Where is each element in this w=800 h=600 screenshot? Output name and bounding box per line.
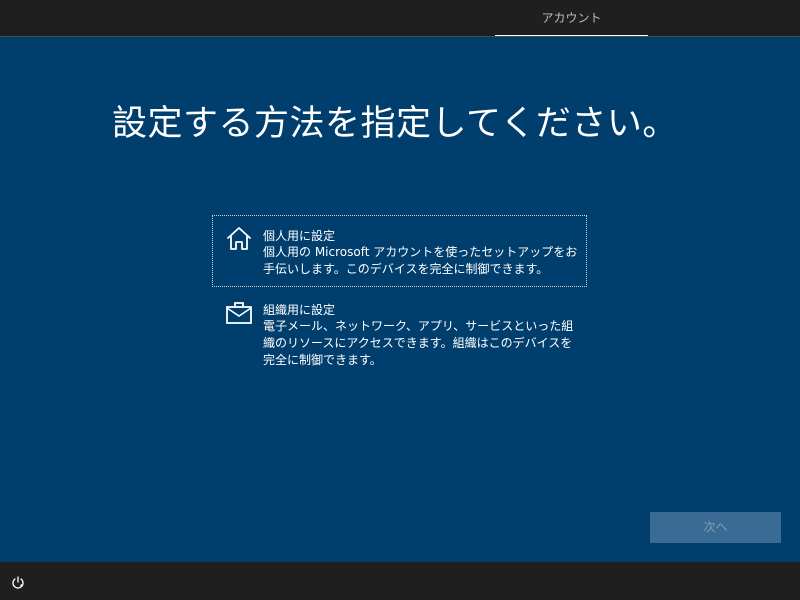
briefcase-icon — [225, 300, 253, 326]
page-title: 設定する方法を指定してください。 — [112, 104, 678, 144]
option-organization[interactable]: 組織用に設定 電子メール、ネットワーク、アプリ、サービスといった組織のリソースに… — [212, 289, 587, 367]
home-icon — [225, 226, 253, 252]
option-title: 個人用に設定 — [263, 229, 336, 243]
top-bar: アカウント — [0, 0, 800, 37]
next-button[interactable]: 次へ — [650, 512, 781, 543]
tab-account: アカウント — [495, 0, 648, 37]
option-personal[interactable]: 個人用に設定 個人用の Microsoft アカウントを使ったセットアップをお手… — [212, 215, 587, 287]
setup-panel: 設定する方法を指定してください。 個人用に設定 個人用の Microsoft ア… — [0, 37, 800, 562]
option-description: 個人用の Microsoft アカウントを使ったセットアップをお手伝いします。こ… — [263, 245, 578, 276]
accessibility-icon[interactable] — [11, 575, 25, 589]
bottom-bar — [0, 562, 800, 600]
option-description: 電子メール、ネットワーク、アプリ、サービスといった組織のリソースにアクセスできま… — [263, 319, 574, 367]
option-title: 組織用に設定 — [263, 303, 336, 317]
tab-account-label: アカウント — [541, 11, 602, 25]
